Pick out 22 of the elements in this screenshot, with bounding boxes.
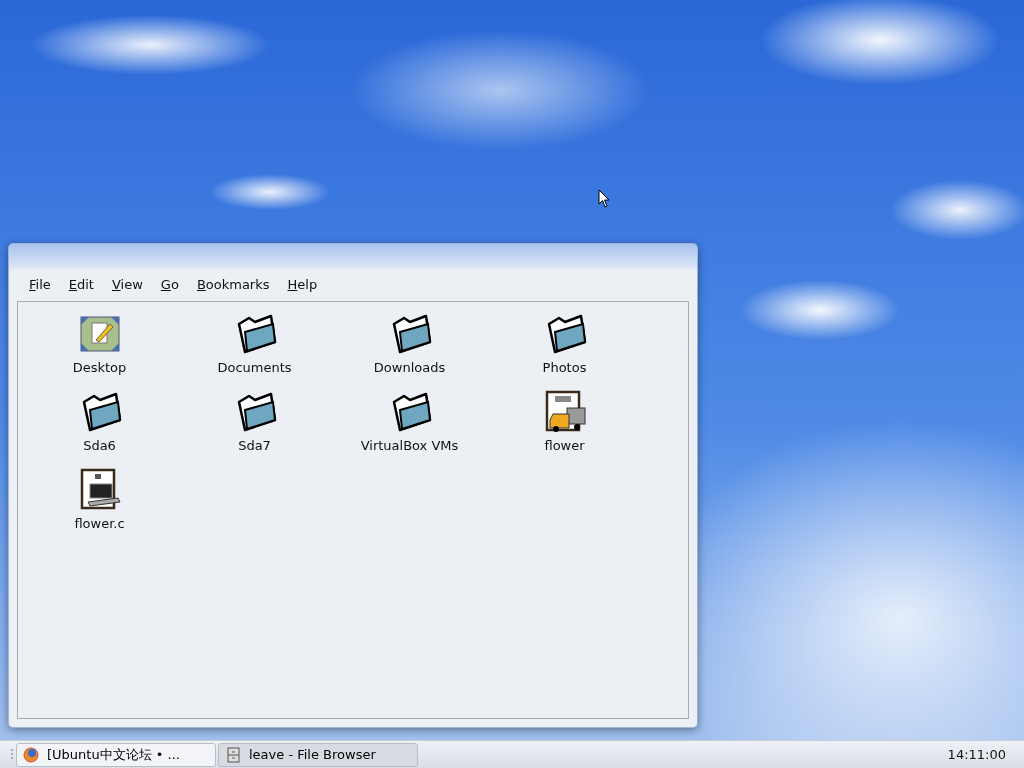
menu-item[interactable]: Edit [68,275,94,295]
menu-item[interactable]: Go [160,275,179,295]
file-name[interactable]: flower.c [74,513,125,533]
file-name[interactable]: Photos [542,357,587,377]
taskbar-button[interactable]: leave - File Browser [218,742,418,767]
file-name[interactable]: Sda7 [238,435,271,455]
file-name[interactable]: flower [544,435,585,455]
file-name[interactable]: Downloads [373,357,446,377]
file-name[interactable]: Documents [217,357,292,377]
menu-item[interactable]: Bookmarks [196,275,270,295]
mouse-pointer-icon [598,189,610,208]
menu-item[interactable]: Help [287,275,318,295]
handle-icon[interactable] [10,747,14,762]
file-name[interactable]: Sda6 [83,435,116,455]
taskbar-button[interactable]: [Ubuntu中文论坛 • ... [16,742,216,767]
menu-item[interactable]: View [111,275,143,295]
clock: 14:11:00 [947,745,1007,764]
file-name[interactable]: VirtualBox VMs [360,435,459,455]
globe-icon [23,746,39,763]
menu-item[interactable]: File [29,275,51,295]
file-name[interactable]: Desktop [72,357,127,377]
cabinet-icon [225,746,241,763]
